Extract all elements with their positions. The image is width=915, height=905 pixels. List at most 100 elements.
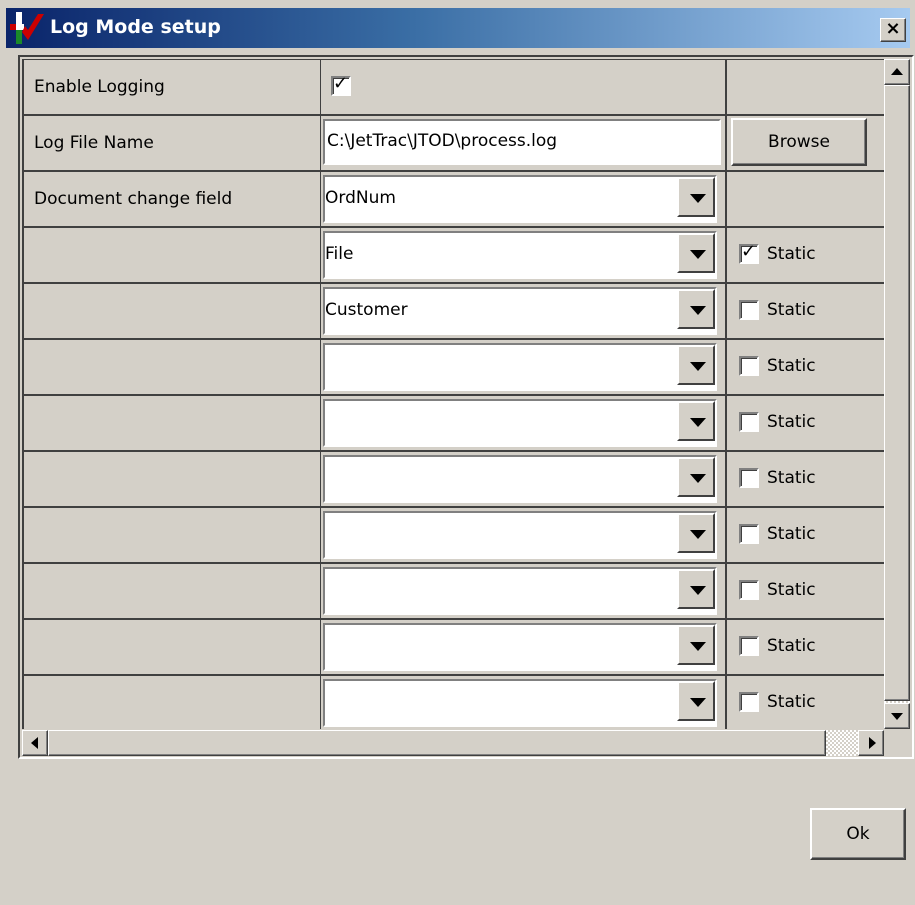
field-value-cell	[320, 675, 726, 729]
field-row: Static	[22, 675, 884, 729]
static-checkbox[interactable]	[739, 412, 759, 432]
static-cell: Static	[726, 619, 884, 675]
browse-cell: Browse	[726, 115, 884, 171]
field-select[interactable]	[323, 679, 717, 727]
field-select[interactable]	[323, 343, 717, 391]
static-checkbox[interactable]	[739, 356, 759, 376]
chevron-down-icon[interactable]	[677, 625, 715, 665]
horizontal-scroll-track[interactable]	[826, 730, 858, 756]
static-label: Static	[767, 412, 816, 432]
log-file-name-value: C:\JetTrac\JTOD\process.log	[327, 131, 558, 151]
field-value-cell	[320, 507, 726, 563]
field-value-cell	[320, 395, 726, 451]
browse-button[interactable]: Browse	[731, 118, 867, 166]
grid-rows: Enable Logging ✓ Log File Name C:\JetTra…	[22, 59, 884, 729]
field-value-cell	[320, 451, 726, 507]
scroll-down-button[interactable]	[884, 703, 910, 729]
checkmark-icon: ✓	[741, 241, 757, 262]
empty-cell	[726, 59, 884, 115]
doc-change-row: Document change field OrdNum	[22, 171, 884, 227]
field-select[interactable]	[323, 567, 717, 615]
field-row: Static	[22, 395, 884, 451]
horizontal-scroll-thumb[interactable]	[48, 730, 826, 756]
static-cell: Static	[726, 675, 884, 729]
jettrac-logo-icon	[10, 12, 44, 44]
field-value: Customer	[325, 300, 408, 320]
static-checkbox[interactable]	[739, 580, 759, 600]
field-select[interactable]	[323, 511, 717, 559]
field-select[interactable]: Customer	[323, 287, 717, 335]
field-label-cell	[22, 395, 321, 451]
static-checkbox[interactable]	[739, 468, 759, 488]
field-row: Static	[22, 339, 884, 395]
field-select[interactable]	[323, 455, 717, 503]
static-checkbox[interactable]	[739, 524, 759, 544]
enable-logging-label: Enable Logging	[34, 77, 165, 97]
field-label-cell	[22, 283, 321, 339]
title-bar[interactable]: Log Mode setup ×	[6, 8, 910, 48]
static-checkbox[interactable]	[739, 636, 759, 656]
field-value-cell	[320, 619, 726, 675]
static-label: Static	[767, 692, 816, 712]
arrow-left-icon	[31, 737, 38, 749]
chevron-down-icon[interactable]	[677, 177, 715, 217]
vertical-scrollbar[interactable]	[884, 59, 910, 729]
ok-button[interactable]: Ok	[810, 808, 906, 860]
field-value-cell	[320, 563, 726, 619]
field-value-cell: Customer	[320, 283, 726, 339]
chevron-down-icon[interactable]	[677, 345, 715, 385]
chevron-down-icon[interactable]	[677, 401, 715, 441]
chevron-down-icon[interactable]	[677, 457, 715, 497]
arrow-up-icon	[891, 68, 903, 75]
static-cell: Static	[726, 395, 884, 451]
doc-change-label-cell: Document change field	[22, 171, 321, 227]
static-checkbox[interactable]: ✓	[739, 241, 759, 264]
scroll-left-button[interactable]	[22, 730, 48, 756]
static-label: Static	[767, 580, 816, 600]
close-button[interactable]: ×	[880, 18, 906, 42]
doc-change-value: OrdNum	[325, 188, 396, 208]
chevron-down-icon[interactable]	[677, 681, 715, 721]
static-label: Static	[767, 468, 816, 488]
window-title: Log Mode setup	[50, 16, 221, 38]
enable-logging-row: Enable Logging ✓	[22, 59, 884, 115]
horizontal-scrollbar[interactable]	[22, 730, 884, 756]
log-file-name-label: Log File Name	[34, 133, 154, 153]
static-label: Static	[767, 356, 816, 376]
scroll-right-button[interactable]	[858, 730, 884, 756]
static-checkbox[interactable]	[739, 300, 759, 320]
field-label-cell	[22, 227, 321, 283]
static-label: Static	[767, 524, 816, 544]
field-label-cell	[22, 507, 321, 563]
settings-grid: Enable Logging ✓ Log File Name C:\JetTra…	[18, 55, 914, 759]
field-select[interactable]: File	[323, 231, 717, 279]
scroll-thumb[interactable]	[884, 85, 910, 701]
field-label-cell	[22, 563, 321, 619]
scroll-up-button[interactable]	[884, 59, 910, 85]
doc-change-value-cell: OrdNum	[320, 171, 726, 227]
static-cell: ✓ Static	[726, 227, 884, 283]
checkmark-icon: ✓	[333, 73, 349, 94]
field-label-cell	[22, 675, 321, 729]
field-value: File	[325, 244, 354, 264]
static-label: Static	[767, 300, 816, 320]
chevron-down-icon[interactable]	[677, 233, 715, 273]
doc-change-select[interactable]: OrdNum	[323, 175, 717, 223]
enable-logging-checkbox[interactable]: ✓	[331, 73, 351, 96]
field-select[interactable]	[323, 623, 717, 671]
field-label-cell	[22, 451, 321, 507]
chevron-down-icon[interactable]	[677, 513, 715, 553]
chevron-down-icon[interactable]	[677, 289, 715, 329]
chevron-down-icon[interactable]	[677, 569, 715, 609]
doc-change-label: Document change field	[34, 189, 233, 209]
field-select[interactable]	[323, 399, 717, 447]
static-checkbox[interactable]	[739, 692, 759, 712]
static-cell: Static	[726, 563, 884, 619]
field-value-cell: File	[320, 227, 726, 283]
log-file-name-input[interactable]: C:\JetTrac\JTOD\process.log	[323, 119, 721, 165]
static-cell: Static	[726, 507, 884, 563]
field-label-cell	[22, 339, 321, 395]
field-label-cell	[22, 619, 321, 675]
field-row: Static	[22, 451, 884, 507]
enable-logging-label-cell: Enable Logging	[22, 59, 321, 115]
